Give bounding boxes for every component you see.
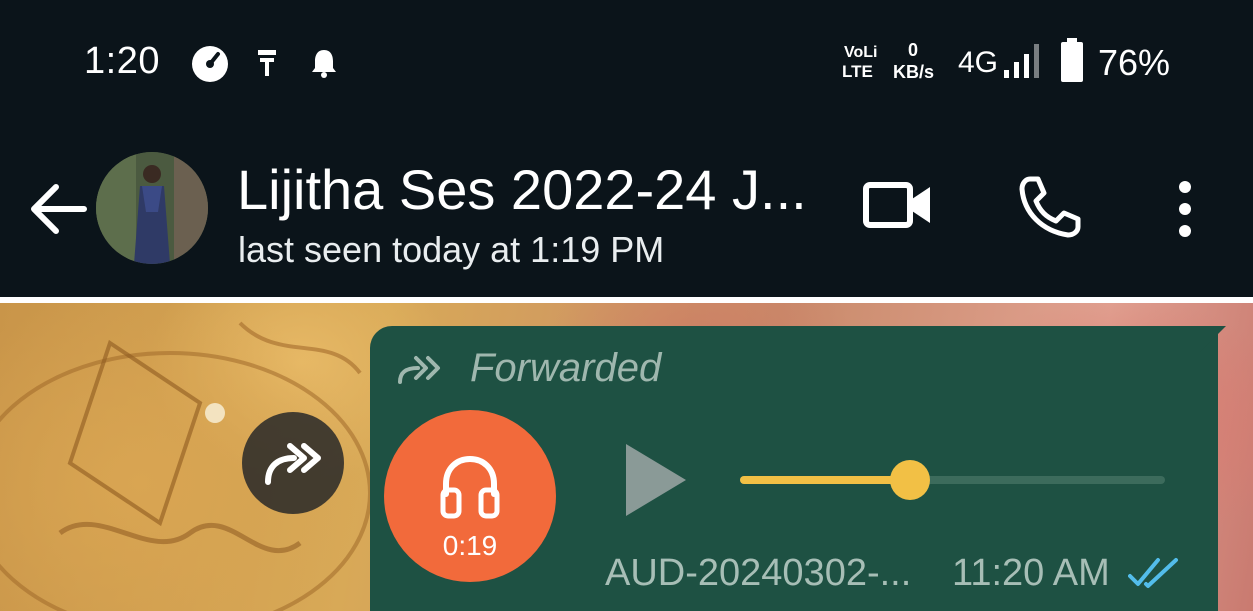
audio-duration: 0:19 xyxy=(442,530,498,561)
audio-avatar: 0:19 xyxy=(384,410,556,582)
last-seen-status: last seen today at 1:19 PM xyxy=(238,229,665,270)
gauge-icon xyxy=(192,46,228,82)
battery-icon xyxy=(1061,38,1083,82)
double-check-icon xyxy=(1128,558,1178,588)
data-speed-value: 0 xyxy=(908,40,919,60)
message-time: 11:20 AM xyxy=(952,552,1110,594)
volte-label: VoLi xyxy=(844,44,878,61)
signal-icon xyxy=(1004,44,1039,78)
forwarded-label: Forwarded xyxy=(470,346,662,390)
more-options-icon[interactable] xyxy=(1168,179,1202,239)
chat-header: Lijitha Ses 2022-24 J... last seen today… xyxy=(0,125,1253,297)
forward-shortcut-button[interactable] xyxy=(242,412,344,514)
forwarded-icon xyxy=(398,356,440,384)
contact-avatar[interactable] xyxy=(96,152,208,264)
usb-icon xyxy=(258,50,276,76)
video-call-icon[interactable] xyxy=(862,177,934,233)
audio-seek-bar[interactable] xyxy=(740,460,1165,500)
status-bar: 1:20 VoLi LTE 0 KB/s 4G 76% xyxy=(0,0,1253,125)
message-bubble[interactable]: Forwarded 0:19 AUD-20240302-... 11:20 AM xyxy=(370,326,1218,611)
bubble-tail xyxy=(1200,326,1226,352)
audio-file-name: AUD-20240302-... xyxy=(605,552,912,594)
voice-call-icon[interactable] xyxy=(1016,173,1082,241)
audio-seek-progress xyxy=(740,476,910,484)
status-time: 1:20 xyxy=(84,40,160,82)
avatar-photo xyxy=(96,152,208,264)
network-type: 4G xyxy=(958,46,999,79)
notification-bell-icon xyxy=(312,50,336,78)
play-icon[interactable] xyxy=(620,440,690,520)
lte-label: LTE xyxy=(842,62,873,81)
forward-arrow-icon xyxy=(265,443,321,485)
contact-name[interactable]: Lijitha Ses 2022-24 J... xyxy=(237,157,807,222)
battery-percent: 76% xyxy=(1098,42,1171,83)
audio-seek-thumb[interactable] xyxy=(890,460,930,500)
data-speed-unit: KB/s xyxy=(893,62,935,82)
headphones-icon xyxy=(440,455,500,519)
back-arrow-icon[interactable] xyxy=(30,183,88,235)
